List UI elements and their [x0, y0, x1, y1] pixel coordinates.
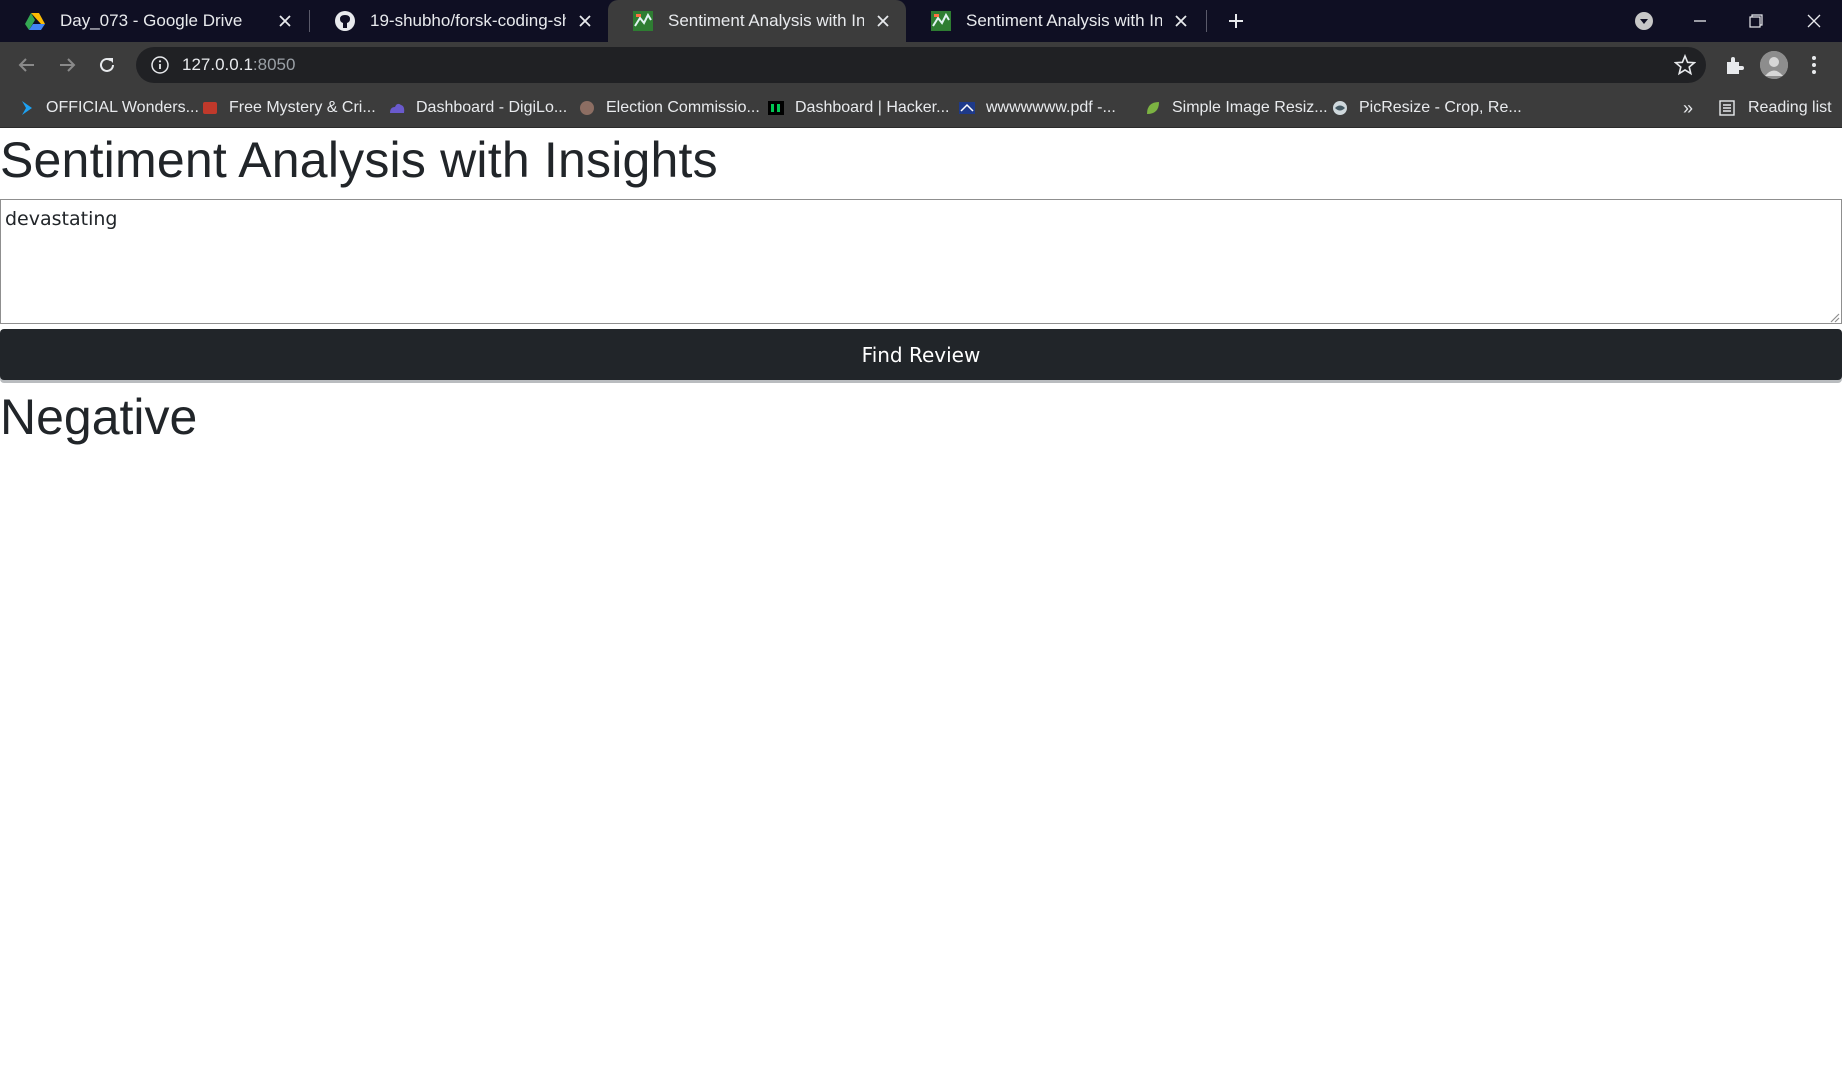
review-textarea[interactable]: devastating: [0, 199, 1842, 324]
bookmark-label: wwwwwww.pdf -...: [986, 99, 1116, 116]
close-icon[interactable]: [872, 10, 894, 32]
tab-title: 19-shubho/forsk-coding-shool-c: [370, 11, 566, 30]
bookmark-item[interactable]: PicResize - Crop, Re...: [1331, 88, 1522, 128]
tab-google-drive[interactable]: Day_073 - Google Drive: [0, 0, 308, 42]
minimize-button[interactable]: [1672, 0, 1728, 42]
more-bookmarks-chevron-icon[interactable]: »: [1676, 96, 1700, 120]
new-tab-button[interactable]: [1222, 7, 1250, 35]
github-icon: [334, 10, 356, 32]
bookmark-favicon-icon: [958, 99, 976, 117]
url-host: 127.0.0.1: [182, 55, 253, 74]
tab-title: Sentiment Analysis with Insights: [668, 11, 864, 30]
bookmark-favicon-icon: [388, 99, 406, 117]
reading-list-label: Reading list: [1748, 99, 1832, 116]
close-window-button[interactable]: [1786, 0, 1842, 42]
sentiment-result: Negative: [0, 389, 198, 445]
find-review-button[interactable]: Find Review: [0, 329, 1842, 380]
close-icon[interactable]: [1170, 10, 1192, 32]
extensions-icon[interactable]: [1720, 51, 1748, 79]
tab-sentiment[interactable]: Sentiment Analysis with Insights: [906, 0, 1204, 42]
dash-app-icon: [632, 10, 654, 32]
browser-toolbar: 127.0.0.1:8050: [0, 42, 1842, 88]
tab-github[interactable]: 19-shubho/forsk-coding-shool-c: [310, 0, 608, 42]
forward-button[interactable]: [53, 51, 81, 79]
bookmark-label: Election Commissio...: [606, 99, 760, 116]
bookmark-item[interactable]: Dashboard | Hacker...: [767, 88, 949, 128]
bookmark-label: Simple Image Resiz...: [1172, 99, 1328, 116]
bookmark-item[interactable]: OFFICIAL Wonders...: [18, 88, 199, 128]
avatar: [1760, 51, 1788, 79]
url-port: :8050: [252, 55, 296, 74]
bookmark-label: OFFICIAL Wonders...: [46, 99, 199, 116]
close-icon[interactable]: [574, 10, 596, 32]
resize-handle-icon[interactable]: [1828, 310, 1840, 323]
tab-sentiment-active[interactable]: Sentiment Analysis with Insights: [608, 0, 906, 42]
profile-avatar[interactable]: [1760, 51, 1788, 79]
bookmark-favicon-icon: [767, 99, 785, 117]
reload-button[interactable]: [93, 51, 121, 79]
bookmark-item[interactable]: Dashboard - DigiLo...: [388, 88, 567, 128]
reading-list-button[interactable]: Reading list: [1718, 88, 1832, 128]
close-icon[interactable]: [274, 10, 296, 32]
bookmark-item[interactable]: Simple Image Resiz...: [1144, 88, 1328, 128]
bookmark-label: Free Mystery & Cri...: [229, 99, 376, 116]
bookmark-item[interactable]: Election Commissio...: [578, 88, 760, 128]
bookmark-favicon-icon: [1144, 99, 1162, 117]
bookmark-label: Dashboard | Hacker...: [795, 99, 950, 116]
tab-divider: [1206, 10, 1207, 32]
bookmark-star-icon[interactable]: [1673, 53, 1697, 76]
reading-list-icon: [1718, 99, 1736, 117]
bookmark-favicon-icon: [18, 99, 36, 117]
bookmark-label: PicResize - Crop, Re...: [1359, 99, 1522, 116]
bookmark-item[interactable]: wwwwwww.pdf -...: [958, 88, 1116, 128]
dash-app-icon: [930, 10, 952, 32]
restore-button[interactable]: [1728, 0, 1784, 42]
bookmarks-bar: OFFICIAL Wonders... Free Mystery & Cri..…: [0, 88, 1842, 128]
google-drive-icon: [24, 10, 46, 32]
page-content: Sentiment Analysis with Insights devasta…: [0, 128, 1842, 1080]
address-bar[interactable]: 127.0.0.1:8050: [136, 47, 1706, 83]
tab-search-button[interactable]: [1616, 0, 1672, 42]
tab-title: Sentiment Analysis with Insights: [966, 11, 1162, 30]
info-icon[interactable]: [150, 55, 170, 75]
bookmark-item[interactable]: Free Mystery & Cri...: [201, 88, 376, 128]
bookmark-label: Dashboard - DigiLo...: [416, 99, 568, 116]
page-title: Sentiment Analysis with Insights: [0, 132, 718, 188]
kebab-menu-icon[interactable]: [1800, 51, 1828, 79]
tab-title: Day_073 - Google Drive: [60, 11, 243, 30]
bookmark-favicon-icon: [201, 99, 219, 117]
bookmark-favicon-icon: [578, 99, 596, 117]
bookmark-favicon-icon: [1331, 99, 1349, 117]
tab-strip: Day_073 - Google Drive 19-shubho/forsk-c…: [0, 0, 1842, 42]
back-button[interactable]: [13, 51, 41, 79]
